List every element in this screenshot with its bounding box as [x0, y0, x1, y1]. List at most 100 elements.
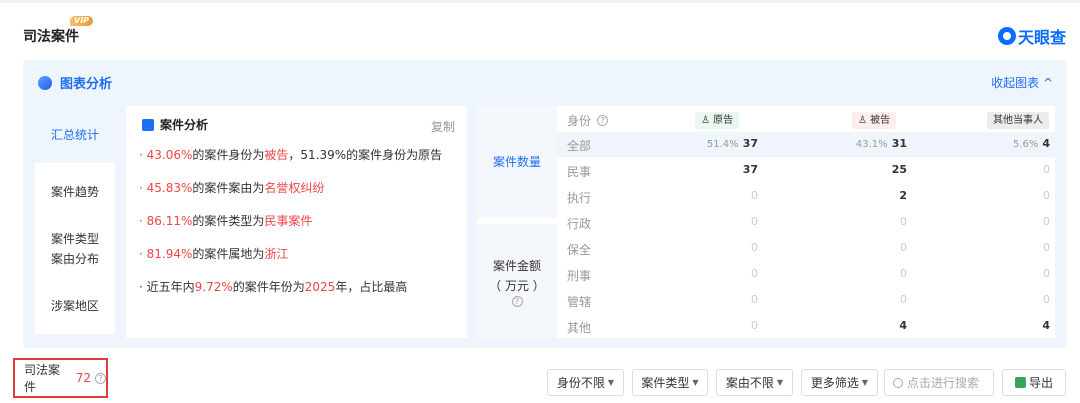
cell-defendant: 0	[900, 293, 907, 306]
row-label: 全部	[567, 139, 592, 153]
nav-item-trend[interactable]: 案件趋势	[35, 163, 115, 220]
row-label: 民事	[567, 165, 592, 179]
cell-defendant: 43.1% 31	[856, 137, 907, 150]
table-row[interactable]: 其他 0 4 4	[557, 314, 1055, 339]
section-title: 司法案件	[23, 29, 79, 45]
filter-label: 身份不限	[556, 376, 605, 390]
cell-others: 4	[1042, 319, 1050, 332]
collapse-chart-button[interactable]: 收起图表 ^	[991, 74, 1053, 91]
search-input[interactable]: 点击进行搜索	[884, 369, 994, 396]
chart-nav: 汇总统计 案件趋势 案件类型 案由分布 涉案地区	[35, 106, 115, 334]
cell-plaintiff: 51.4% 37	[707, 137, 758, 150]
top-divider	[0, 0, 1080, 3]
filter-cause-dropdown[interactable]: 案由不限 ▼	[716, 369, 793, 396]
table-row[interactable]: 刑事 0 0 0	[557, 262, 1055, 287]
stat-percent: · 86.11%	[139, 214, 193, 228]
stat-highlight: 被告	[264, 148, 289, 162]
cell-value: 0	[900, 267, 907, 280]
table-row[interactable]: 执行 0 2 0	[557, 184, 1055, 209]
cell-value: 31	[891, 137, 907, 150]
analysis-header: 案件分析	[142, 116, 208, 133]
caret-down-icon: ▼	[776, 378, 784, 387]
cell-percent: 51.4%	[706, 139, 739, 150]
stat-highlight: 民事案件	[264, 214, 313, 228]
cell-others: 0	[1043, 293, 1050, 306]
analysis-line-2: · 45.83%的案件案由为名誉权纠纷	[139, 179, 324, 196]
cell-others: 0	[1043, 267, 1050, 280]
export-label: 导出	[1028, 376, 1053, 390]
cell-value: 4	[1042, 319, 1050, 332]
analysis-icon	[142, 118, 154, 131]
cell-plaintiff: 0	[751, 189, 758, 202]
cell-value: 0	[900, 293, 907, 306]
row-label: 刑事	[567, 269, 592, 283]
group-case-count: 案件数量	[477, 106, 557, 218]
case-count-label: 司法案件 72 ?	[13, 358, 108, 398]
help-icon[interactable]: ?	[95, 372, 106, 384]
cell-plaintiff: 0	[751, 241, 758, 254]
cell-value: 0	[751, 189, 758, 202]
cell-value: 4	[899, 319, 907, 332]
cell-others: 0	[1043, 215, 1050, 228]
cell-value: 2	[899, 189, 907, 202]
cell-value: 0	[1043, 215, 1050, 228]
vip-badge: VIP	[70, 16, 94, 26]
cell-defendant: 0	[900, 267, 907, 280]
table-row[interactable]: 民事 37 25 0	[557, 158, 1055, 183]
cell-defendant: 25	[892, 163, 907, 176]
col-defendant-label: 被告	[870, 115, 891, 126]
nav-item-region[interactable]: 涉案地区	[35, 277, 115, 334]
cell-value: 37	[742, 137, 758, 150]
table-row[interactable]: 全部 51.4% 37 43.1% 31 5.6% 4	[557, 132, 1055, 157]
stat-text: 的案件案由为	[192, 181, 265, 195]
stat-text: 的案件身份为	[192, 148, 265, 162]
group-case-amount: 案件金额 （ 万元 ） ?	[477, 224, 557, 338]
cell-value: 37	[742, 163, 758, 176]
col-defendant: ♙ 被告	[852, 112, 897, 129]
stat-text: 的案件年份为	[232, 280, 305, 294]
cell-defendant: 4	[899, 319, 907, 332]
search-placeholder: 点击进行搜索	[907, 376, 980, 390]
panel-header: 图表分析	[38, 73, 112, 92]
stat-text: 的案件类型为	[192, 214, 265, 228]
col-plaintiff: ♙ 原告	[695, 112, 740, 129]
col-others: 其他当事人	[987, 112, 1049, 129]
export-icon	[1014, 377, 1026, 388]
row-label: 行政	[567, 217, 592, 231]
brand-logo: 天眼查	[997, 24, 1066, 48]
help-icon[interactable]: ?	[597, 115, 609, 126]
help-icon[interactable]: ?	[511, 295, 523, 307]
copy-button[interactable]: 复制	[431, 118, 455, 135]
stat-highlight: 名誉权纠纷	[264, 181, 325, 195]
nav-item-summary[interactable]: 汇总统计	[35, 106, 115, 163]
row-label: 执行	[567, 191, 592, 205]
export-button[interactable]: 导出	[1002, 369, 1066, 396]
table-row[interactable]: 行政 0 0 0	[557, 210, 1055, 235]
cell-others: 0	[1043, 241, 1050, 254]
analysis-line-1: · 43.06%的案件身份为被告，51.39%的案件身份为原告	[139, 146, 442, 163]
more-filters-dropdown[interactable]: 更多筛选 ▼	[801, 369, 878, 396]
stat-percent: · 81.94%	[139, 247, 193, 261]
table-row[interactable]: 保全 0 0 0	[557, 236, 1055, 261]
stat-percent: · 45.83%	[139, 181, 193, 195]
stat-percent: · 43.06%	[139, 148, 193, 162]
cell-percent: 5.6%	[1012, 139, 1039, 150]
chart-analysis-icon	[38, 75, 52, 90]
nav-item-type-cause[interactable]: 案件类型 案由分布	[35, 220, 115, 277]
filter-role-dropdown[interactable]: 身份不限 ▼	[547, 369, 624, 396]
caret-down-icon: ▼	[692, 378, 699, 387]
search-icon	[893, 377, 903, 388]
table-row[interactable]: 管辖 0 0 0	[557, 288, 1055, 313]
role-header: 身份 ?	[567, 112, 609, 129]
filter-type-dropdown[interactable]: 案件类型 ▼	[632, 369, 708, 396]
row-label: 保全	[567, 243, 592, 257]
stat-percent: 9.72%	[194, 280, 233, 294]
cell-others: 0	[1043, 189, 1050, 202]
cell-value: 0	[1043, 189, 1050, 202]
group-amount-title: 案件金额	[492, 258, 541, 273]
cell-plaintiff: 0	[751, 267, 758, 280]
group-amount-unit: （ 万元 ）	[489, 278, 545, 293]
tianyancha-logo-icon	[997, 27, 1016, 45]
cell-plaintiff: 37	[743, 163, 758, 176]
cell-value: 0	[751, 293, 758, 306]
